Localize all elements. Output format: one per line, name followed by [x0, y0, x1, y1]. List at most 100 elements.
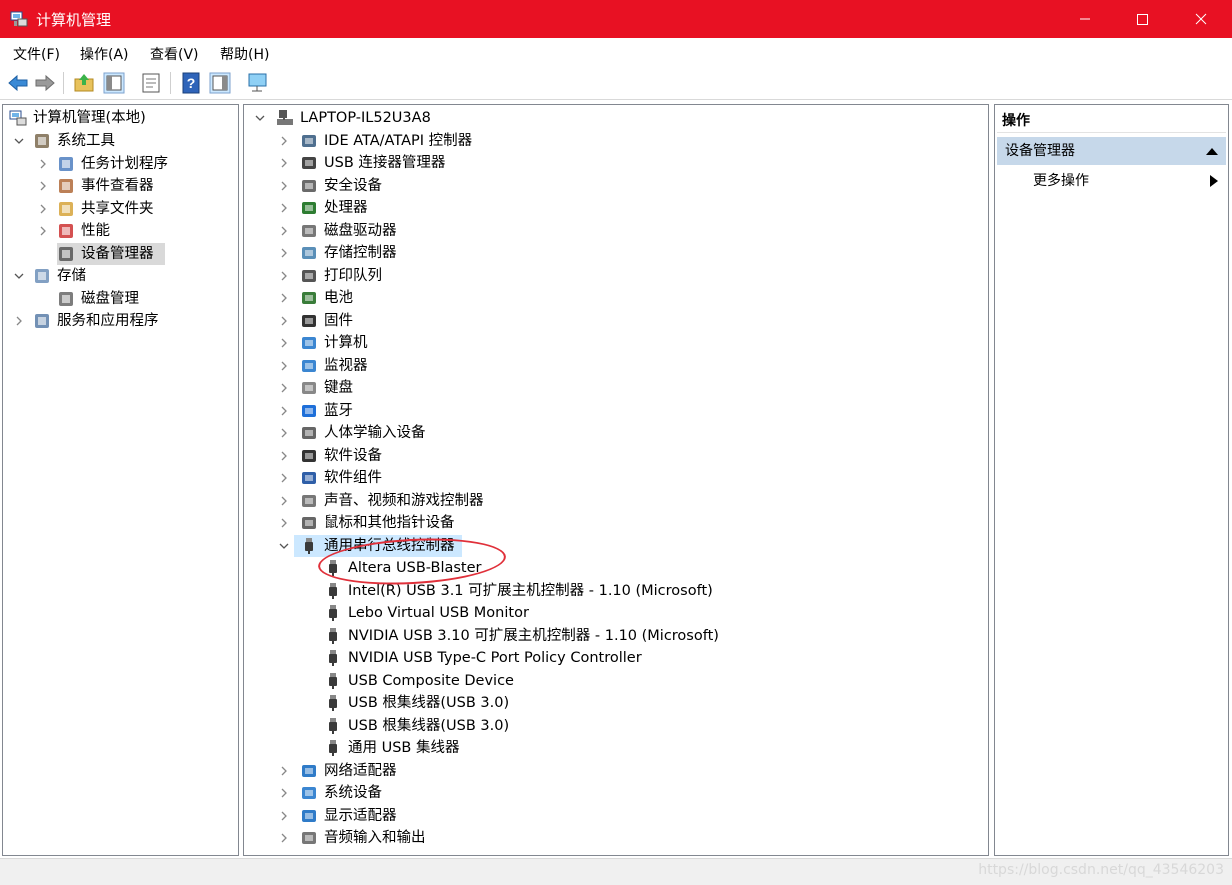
- device-category[interactable]: 固件: [248, 310, 978, 332]
- chevron-right-icon[interactable]: [278, 130, 290, 152]
- chevron-right-icon[interactable]: [278, 287, 290, 309]
- tree-item-device-manager[interactable]: 设备管理器: [7, 242, 235, 265]
- usb-plug-icon: [329, 695, 337, 711]
- chevron-down-icon[interactable]: [13, 265, 25, 287]
- chevron-up-icon[interactable]: [1206, 147, 1218, 155]
- device-category[interactable]: 磁盘驱动器: [248, 220, 978, 242]
- back-icon[interactable]: [6, 71, 30, 95]
- chevron-right-icon[interactable]: [278, 760, 290, 782]
- chevron-right-icon[interactable]: [278, 805, 290, 827]
- chevron-right-icon[interactable]: [278, 152, 290, 174]
- device-category[interactable]: 人体学输入设备: [248, 422, 978, 444]
- usb-device-item[interactable]: Altera USB-Blaster: [248, 557, 978, 579]
- device-category[interactable]: 系统设备: [248, 782, 978, 804]
- tree-item-event-viewer[interactable]: 事件查看器: [7, 175, 235, 197]
- tree-item-tools[interactable]: 系统工具: [7, 130, 235, 152]
- chevron-down-icon[interactable]: [254, 107, 266, 129]
- chevron-right-icon[interactable]: [278, 332, 290, 354]
- usb-device-item[interactable]: USB 根集线器(USB 3.0): [248, 692, 978, 714]
- chevron-right-icon[interactable]: [13, 310, 25, 332]
- device-category[interactable]: IDE ATA/ATAPI 控制器: [248, 130, 978, 152]
- tree-item-clock[interactable]: 任务计划程序: [7, 153, 235, 175]
- device-label: 磁盘驱动器: [324, 222, 397, 239]
- menu-view[interactable]: 查看(V): [150, 44, 199, 64]
- clock-icon: [59, 156, 73, 171]
- tree-item-performance[interactable]: 性能: [7, 220, 235, 242]
- properties-icon[interactable]: [139, 71, 163, 95]
- device-label: 音频输入和输出: [324, 830, 426, 846]
- tree-root-computer-management[interactable]: 计算机管理(本地): [7, 107, 235, 129]
- menu-file[interactable]: 文件(F): [13, 44, 60, 64]
- tree-item-services[interactable]: 服务和应用程序: [7, 310, 235, 332]
- device-tree-pane[interactable]: LAPTOP-IL52U3A8 IDE ATA/ATAPI 控制器 USB 连接器…: [243, 104, 989, 856]
- device-category[interactable]: 蓝牙: [248, 400, 978, 422]
- device-category[interactable]: 通用串行总线控制器: [248, 534, 978, 557]
- device-category[interactable]: 计算机: [248, 332, 978, 354]
- show-hide-tree-icon[interactable]: [102, 71, 126, 95]
- tree-item-storage[interactable]: 存储: [7, 265, 235, 287]
- chevron-right-icon[interactable]: [278, 310, 290, 332]
- minimize-button[interactable]: [1056, 0, 1114, 38]
- chevron-right-icon[interactable]: [278, 175, 290, 197]
- device-category[interactable]: 网络适配器: [248, 760, 978, 782]
- device-category[interactable]: 软件设备: [248, 445, 978, 467]
- chevron-right-icon[interactable]: [37, 153, 49, 175]
- chevron-right-icon[interactable]: [1210, 175, 1218, 187]
- chevron-right-icon[interactable]: [278, 827, 290, 849]
- device-tree-root[interactable]: LAPTOP-IL52U3A8: [248, 107, 648, 129]
- action-pane-icon[interactable]: [208, 71, 232, 95]
- chevron-right-icon[interactable]: [278, 400, 290, 422]
- menu-help[interactable]: 帮助(H): [220, 44, 269, 64]
- device-category[interactable]: 安全设备: [248, 175, 978, 197]
- navigation-tree-pane[interactable]: 计算机管理(本地) 系统工具 任务计划程序 事件查看器 共享文件夹 性能 设备管理器 存储磁…: [2, 104, 239, 856]
- usb-device-item[interactable]: 通用 USB 集线器: [248, 737, 978, 759]
- chevron-right-icon[interactable]: [278, 377, 290, 399]
- chevron-down-icon[interactable]: [278, 535, 290, 557]
- chevron-down-icon[interactable]: [13, 130, 25, 152]
- device-category[interactable]: 打印队列: [248, 265, 978, 287]
- device-category[interactable]: 显示适配器: [248, 805, 978, 827]
- maximize-button[interactable]: [1114, 0, 1172, 38]
- usb-device-item[interactable]: NVIDIA USB Type-C Port Policy Controller: [248, 647, 978, 669]
- usb-device-item[interactable]: USB 根集线器(USB 3.0): [248, 715, 978, 737]
- forward-icon[interactable]: [33, 71, 57, 95]
- chevron-right-icon[interactable]: [278, 242, 290, 264]
- close-button[interactable]: [1172, 0, 1230, 38]
- usb-device-item[interactable]: USB Composite Device: [248, 670, 978, 692]
- chevron-right-icon[interactable]: [278, 265, 290, 287]
- device-category[interactable]: 音频输入和输出: [248, 827, 978, 849]
- usb-device-item[interactable]: Intel(R) USB 3.1 可扩展主机控制器 - 1.10 (Micros…: [248, 580, 978, 602]
- chevron-right-icon[interactable]: [278, 197, 290, 219]
- chevron-right-icon[interactable]: [278, 355, 290, 377]
- usb-device-item[interactable]: Lebo Virtual USB Monitor: [248, 602, 978, 624]
- device-category[interactable]: 软件组件: [248, 467, 978, 489]
- usb-device-item[interactable]: NVIDIA USB 3.10 可扩展主机控制器 - 1.10 (Microso…: [248, 625, 978, 647]
- chevron-right-icon[interactable]: [37, 198, 49, 220]
- chevron-right-icon[interactable]: [278, 490, 290, 512]
- up-folder-icon[interactable]: [72, 71, 96, 95]
- help-icon[interactable]: ?: [179, 71, 203, 95]
- device-category[interactable]: USB 连接器管理器: [248, 152, 978, 174]
- chevron-right-icon[interactable]: [278, 422, 290, 444]
- menu-action[interactable]: 操作(A): [80, 44, 129, 64]
- chevron-right-icon[interactable]: [37, 220, 49, 242]
- device-category[interactable]: 监视器: [248, 355, 978, 377]
- actions-section-device-manager[interactable]: 设备管理器: [997, 137, 1226, 165]
- device-category[interactable]: 存储控制器: [248, 242, 978, 264]
- tree-item-disk-management[interactable]: 磁盘管理: [7, 288, 235, 310]
- monitor-icon[interactable]: [246, 71, 270, 95]
- device-category[interactable]: 声音、视频和游戏控制器: [248, 490, 978, 512]
- device-category[interactable]: 键盘: [248, 377, 978, 399]
- chevron-right-icon[interactable]: [37, 175, 49, 197]
- device-category[interactable]: 电池: [248, 287, 978, 309]
- chevron-right-icon[interactable]: [278, 782, 290, 804]
- chevron-right-icon[interactable]: [278, 220, 290, 242]
- more-actions-item[interactable]: 更多操作: [1033, 169, 1089, 193]
- device-category[interactable]: 处理器: [248, 197, 978, 219]
- tree-item-shared-folder[interactable]: 共享文件夹: [7, 198, 235, 220]
- device-category[interactable]: 鼠标和其他指针设备: [248, 512, 978, 534]
- chevron-right-icon[interactable]: [278, 512, 290, 534]
- usb-plug-icon: [329, 717, 337, 734]
- chevron-right-icon[interactable]: [278, 445, 290, 467]
- chevron-right-icon[interactable]: [278, 467, 290, 489]
